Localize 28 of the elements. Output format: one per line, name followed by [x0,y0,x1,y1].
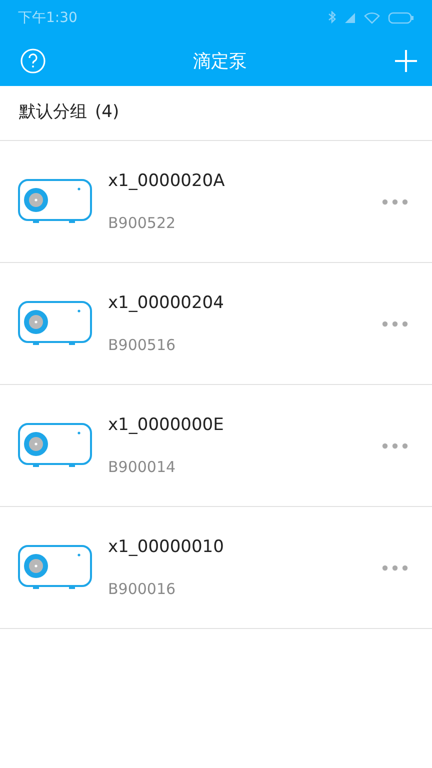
device-code: B900516 [108,335,177,356]
add-button[interactable] [394,49,418,73]
more-icon [382,198,408,204]
bluetooth-icon [328,11,336,25]
pump-icon [18,544,92,590]
device-name: x1_0000000E [108,414,225,436]
page-title: 滴定泵 [193,50,247,74]
more-icon [382,442,408,448]
device-name: x1_00000204 [108,292,225,314]
more-icon [382,320,408,326]
more-icon [382,564,408,570]
device-code: B900016 [108,579,177,600]
pump-icon [18,300,92,346]
wifi-icon [364,12,380,24]
device-name: x1_00000010 [108,536,225,558]
status-time: 下午1:30 [18,8,78,28]
pump-icon [18,178,92,224]
device-code: B900522 [108,213,177,234]
help-button[interactable] [20,48,46,74]
help-icon [20,48,46,74]
pump-icon [18,422,92,468]
plus-icon [394,49,418,73]
group-count: (4) [95,101,120,124]
device-name: x1_0000020A [108,170,226,192]
battery-icon [388,12,414,24]
group-label: 默认分组 [19,101,87,124]
device-code: B900014 [108,457,177,478]
signal-icon [344,12,356,24]
